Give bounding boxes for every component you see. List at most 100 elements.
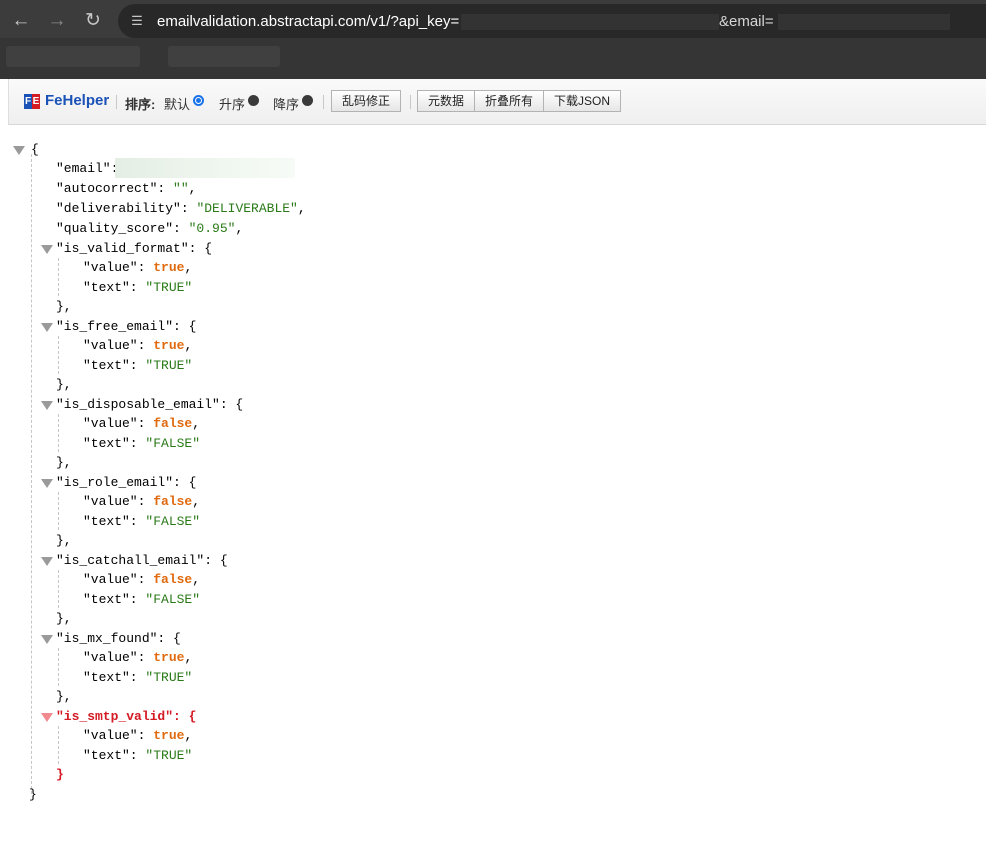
json-key: "value":	[83, 416, 154, 431]
json-boolean-value: false	[153, 572, 193, 587]
fehelper-logo-icon: F E	[24, 94, 40, 109]
json-key: "value":	[83, 260, 154, 275]
collapse-toggle-icon[interactable]	[41, 245, 53, 254]
sort-default-label[interactable]: 默认	[164, 94, 190, 113]
json-key: "value":	[83, 728, 154, 743]
json-line-text: "text": "TRUE"	[83, 278, 192, 298]
sort-desc-label[interactable]: 降序	[273, 94, 299, 113]
json-key: "value":	[83, 494, 154, 509]
sort-label: 排序:	[125, 97, 156, 112]
json-line-value: "value": true,	[83, 648, 192, 668]
json-close-brace: },	[56, 455, 72, 470]
collapse-toggle-icon[interactable]	[41, 323, 53, 332]
collapse-toggle-icon[interactable]	[41, 635, 53, 644]
indent-guide	[58, 570, 59, 608]
arrow-right-icon[interactable]: →	[44, 8, 70, 34]
address-bar[interactable]: ☰ emailvalidation.abstractapi.com/v1/?ap…	[118, 4, 986, 38]
sort-desc-radio[interactable]	[302, 95, 313, 106]
collapse-toggle-icon[interactable]	[41, 713, 53, 722]
json-line-text: "text": "TRUE"	[83, 356, 192, 376]
json-string-value: "FALSE"	[145, 514, 201, 529]
json-comma: ,	[192, 494, 201, 509]
indent-guide	[31, 154, 32, 794]
redacted-email-value	[115, 158, 295, 178]
collapse-all-button[interactable]: 折叠所有	[474, 90, 544, 112]
json-comma: ,	[184, 650, 193, 665]
redacted-email	[778, 14, 950, 30]
json-comma: ,	[184, 260, 193, 275]
json-string-value: "FALSE"	[145, 436, 201, 451]
json-close-brace: },	[56, 689, 72, 704]
fehelper-toolbar: F E FeHelper 排序: 默认 升序 降序 乱码修正 元数据 折叠所有 …	[8, 79, 986, 125]
json-string-value: "TRUE"	[145, 358, 193, 373]
json-line-text: "text": "TRUE"	[83, 746, 192, 766]
logo-letter-f: F	[24, 94, 32, 109]
json-object-key[interactable]: "is_role_email": {	[56, 473, 196, 493]
json-close-brace: },	[56, 533, 72, 548]
json-key: "text":	[83, 514, 146, 529]
arrow-left-icon[interactable]: ←	[8, 8, 34, 34]
collapse-toggle-icon[interactable]	[41, 401, 53, 410]
divider	[323, 95, 324, 109]
divider	[116, 95, 117, 109]
json-object-key[interactable]: "is_valid_format": {	[56, 239, 212, 259]
json-line-autocorrect: "autocorrect": "",	[56, 179, 196, 199]
sort-default-radio[interactable]	[193, 95, 204, 106]
collapse-toggle-icon[interactable]	[41, 557, 53, 566]
json-line-value: "value": true,	[83, 726, 192, 746]
json-close-brace: },	[56, 377, 72, 392]
raw-data-button[interactable]: 元数据	[417, 90, 475, 112]
json-line-value: "value": false,	[83, 570, 200, 590]
json-boolean-value: false	[153, 416, 193, 431]
json-line-text: "text": "FALSE"	[83, 434, 200, 454]
reload-icon[interactable]: ↻	[80, 8, 106, 34]
json-comma: ,	[188, 181, 197, 196]
bookmark-item[interactable]	[168, 46, 280, 67]
json-object-key[interactable]: "is_catchall_email": {	[56, 551, 228, 571]
json-boolean-value: false	[153, 494, 193, 509]
json-object-key[interactable]: "is_free_email": {	[56, 317, 196, 337]
fix-encoding-button[interactable]: 乱码修正	[331, 90, 401, 112]
browser-chrome: ← → ↻ ☰ emailvalidation.abstractapi.com/…	[0, 0, 986, 79]
json-string-value: "TRUE"	[145, 748, 193, 763]
json-object-key[interactable]: "is_mx_found": {	[56, 629, 181, 649]
bookmark-item[interactable]	[6, 46, 140, 67]
tune-icon[interactable]: ☰	[128, 12, 146, 30]
json-object-key-highlighted[interactable]: "is_smtp_valid": {	[56, 707, 196, 727]
url-email-param: &email=	[719, 13, 774, 30]
indent-guide	[58, 648, 59, 686]
json-comma: ,	[184, 728, 193, 743]
json-boolean-value: true	[153, 338, 185, 353]
indent-guide	[58, 414, 59, 452]
sort-asc-label[interactable]: 升序	[219, 94, 245, 113]
json-line-value: "value": false,	[83, 414, 200, 434]
fehelper-title[interactable]: FeHelper	[45, 92, 109, 109]
json-key: "text":	[83, 280, 146, 295]
divider	[410, 95, 411, 109]
sort-asc-radio[interactable]	[248, 95, 259, 106]
redacted-api-key	[461, 14, 719, 30]
json-key: "value":	[83, 338, 154, 353]
indent-guide	[58, 336, 59, 374]
json-line-text: "text": "FALSE"	[83, 512, 200, 532]
json-key: "quality_score":	[56, 221, 189, 236]
json-line-text: "text": "FALSE"	[83, 590, 200, 610]
json-string-value: "TRUE"	[145, 280, 193, 295]
json-line-value: "value": false,	[83, 492, 200, 512]
json-key: "text":	[83, 592, 146, 607]
json-close-brace: }	[29, 787, 37, 802]
indent-guide	[58, 492, 59, 530]
json-key: "value":	[83, 572, 154, 587]
json-string-value: "TRUE"	[145, 670, 193, 685]
json-object-key[interactable]: "is_disposable_email": {	[56, 395, 243, 415]
download-json-button[interactable]: 下载JSON	[543, 90, 621, 112]
json-comma: ,	[184, 338, 193, 353]
json-line-deliverability: "deliverability": "DELIVERABLE",	[56, 199, 306, 219]
json-boolean-value: true	[153, 650, 185, 665]
json-boolean-value: true	[153, 260, 185, 275]
json-close-brace: },	[56, 299, 72, 314]
collapse-toggle-icon[interactable]	[41, 479, 53, 488]
json-open-brace: {	[31, 142, 39, 157]
json-string-value: ""	[173, 181, 189, 196]
collapse-toggle-icon[interactable]	[13, 146, 25, 155]
